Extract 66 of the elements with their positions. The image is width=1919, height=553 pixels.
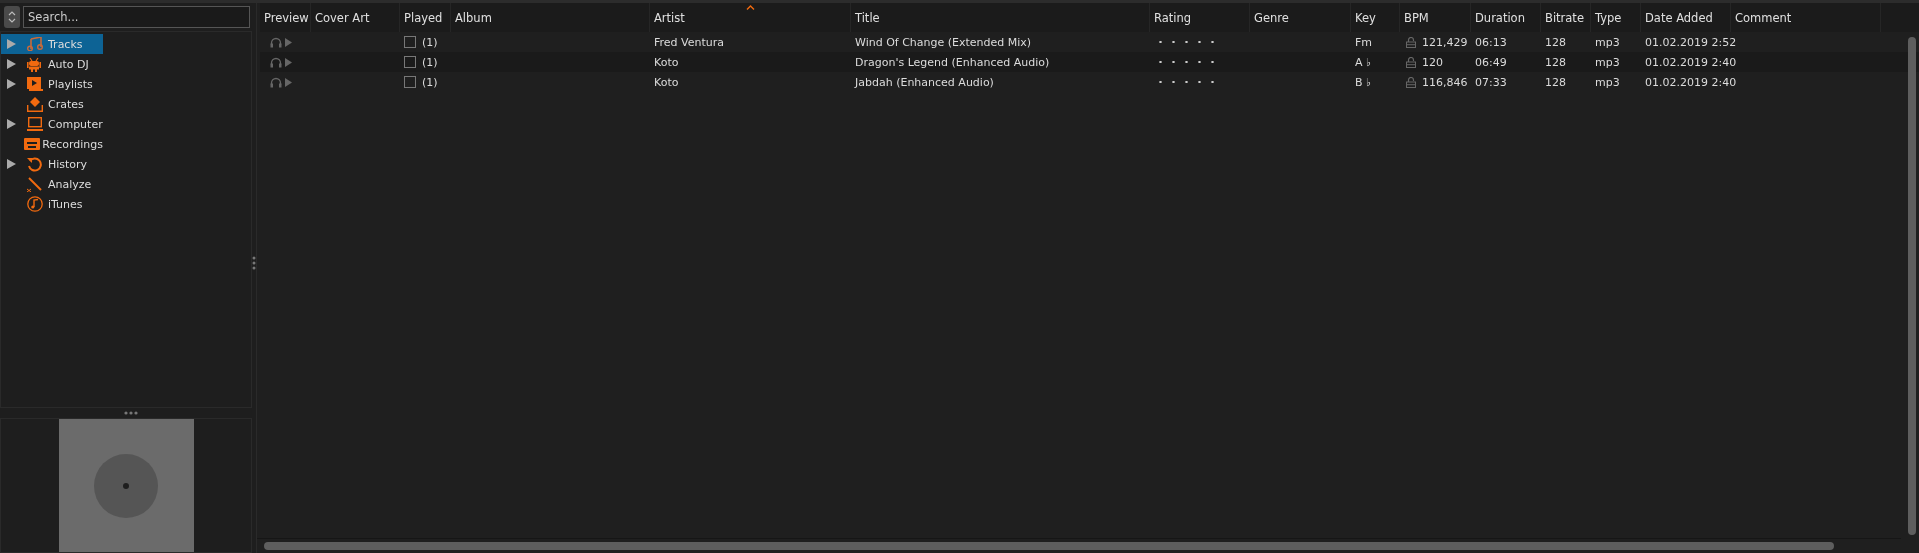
crate-box-icon — [27, 96, 43, 112]
headphones-icon[interactable] — [270, 76, 282, 88]
headphones-icon[interactable] — [270, 36, 282, 48]
table-cell: 128 — [1545, 55, 1566, 69]
video-play-icon — [27, 77, 43, 91]
table-cell: Jabdah (Enhanced Audio) — [855, 75, 994, 89]
wand-icon — [27, 176, 42, 192]
search-field[interactable]: Search... — [23, 6, 250, 28]
table-cell: Fred Ventura — [654, 35, 724, 49]
sort-caret-icon — [746, 5, 755, 10]
sidebar-item[interactable]: Analyze — [1, 174, 103, 194]
lock-icon[interactable] — [1406, 76, 1416, 88]
played-checkbox[interactable] — [404, 76, 416, 88]
table-cell: Fm — [1355, 35, 1373, 49]
chevron-up-down-icon — [7, 9, 17, 25]
table-cell: 128 — [1545, 35, 1566, 49]
table-cell: 116,846 — [1422, 75, 1468, 89]
sidebar-item[interactable]: Crates — [1, 94, 103, 114]
search-history-button[interactable] — [4, 6, 20, 28]
expand-arrow-icon[interactable] — [7, 119, 16, 129]
cassette-tape-icon — [24, 138, 41, 150]
table-cell: mp3 — [1595, 55, 1620, 69]
history-icon — [27, 156, 42, 172]
table-cell: 06:13 — [1475, 35, 1507, 49]
sidebar-item[interactable]: iTunes — [1, 194, 103, 214]
expand-arrow-icon[interactable] — [7, 79, 16, 89]
table-cell: B ♭ — [1355, 75, 1372, 89]
table-cell: 120 — [1422, 55, 1443, 69]
music-notes-icon — [27, 37, 43, 51]
table-cell: Dragon's Legend (Enhanced Audio) — [855, 55, 1050, 69]
resize-handle-icon[interactable] — [124, 411, 138, 415]
table-cell: 121,429 — [1422, 35, 1468, 49]
robot-icon — [27, 56, 41, 72]
lock-icon[interactable] — [1406, 56, 1416, 68]
table-cell: (1) — [422, 55, 438, 69]
played-checkbox[interactable] — [404, 36, 416, 48]
computer-monitor-icon — [27, 117, 43, 131]
table-cell: 128 — [1545, 75, 1566, 89]
table-cell: Koto — [654, 55, 679, 69]
table-cell: Wind Of Change (Extended Mix) — [855, 35, 1032, 49]
expand-arrow-icon[interactable] — [7, 59, 16, 69]
splitter-handle-icon[interactable] — [252, 256, 256, 270]
lock-icon[interactable] — [1406, 36, 1416, 48]
sidebar-item[interactable]: Playlists — [1, 74, 103, 94]
table-cell: 01.02.2019 2:52 — [1645, 35, 1737, 49]
table-cell: (1) — [422, 75, 438, 89]
sidebar-item[interactable]: History — [1, 154, 103, 174]
horizontal-scrollbar[interactable] — [264, 542, 1834, 550]
table-cell: mp3 — [1595, 35, 1620, 49]
table-cell: mp3 — [1595, 75, 1620, 89]
sidebar-item[interactable]: Auto DJ — [1, 54, 103, 74]
table-cell: 01.02.2019 2:40 — [1645, 55, 1737, 69]
played-checkbox[interactable] — [404, 56, 416, 68]
sidebar-item[interactable]: Computer — [1, 114, 103, 134]
table-cell: 07:33 — [1475, 75, 1507, 89]
headphones-icon[interactable] — [270, 56, 282, 68]
table-cell: Koto — [654, 75, 679, 89]
music-note-circle-icon — [27, 196, 43, 212]
expand-arrow-icon[interactable] — [7, 159, 16, 169]
sidebar-item[interactable]: Recordings — [1, 134, 103, 154]
table-cell: (1) — [422, 35, 438, 49]
sidebar-item[interactable]: Tracks — [1, 34, 103, 54]
vertical-scrollbar[interactable] — [1908, 37, 1916, 535]
table-cell: A ♭ — [1355, 55, 1372, 69]
table-cell: 01.02.2019 2:40 — [1645, 75, 1737, 89]
table-cell: 06:49 — [1475, 55, 1507, 69]
